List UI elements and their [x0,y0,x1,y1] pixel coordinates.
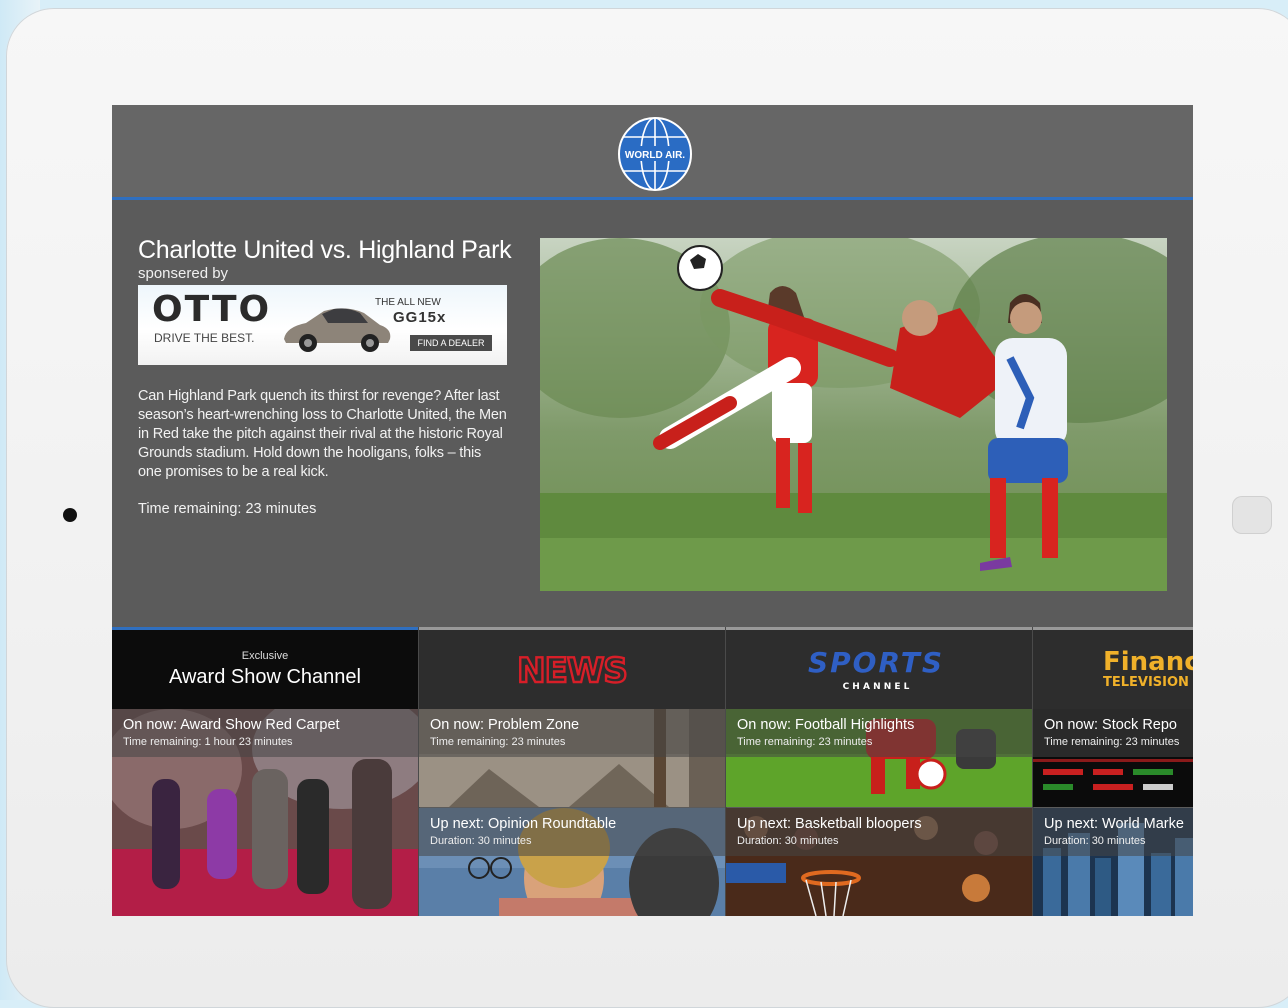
channel-card-finance[interactable]: Financi TELEVISION On now: Stock Repo [1033,627,1193,916]
featured-video-thumbnail[interactable] [540,238,1167,591]
exclusive-label: Exclusive [241,650,289,662]
now-playing-time: Time remaining: 23 minutes [737,736,873,748]
ad-headline: THE ALL NEW [375,297,441,308]
now-playing-info: On now: Football Highlights Time remaini… [726,709,1032,757]
channel-header: NEWS [419,630,725,709]
now-playing-time: Time remaining: 1 hour 23 minutes [123,736,293,748]
now-playing-time: Time remaining: 23 minutes [1044,736,1180,748]
finance-television-logo: Financi TELEVISION [1103,647,1193,690]
sponsor-ad-banner[interactable]: OTTO DRIVE THE BEST. THE ALL NEW GG15x F… [138,285,507,365]
up-next-tile[interactable]: Up next: Basketball bloopers Duration: 3… [726,808,1032,916]
now-playing-title: On now: Football Highlights [737,717,915,733]
now-playing-time: Time remaining: 23 minutes [430,736,566,748]
up-next-info: Up next: Basketball bloopers Duration: 3… [726,808,1032,856]
now-playing-info: On now: Award Show Red Carpet Time remai… [112,709,418,757]
now-playing-title: On now: Award Show Red Carpet [123,717,340,733]
channel-header: Financi TELEVISION [1033,630,1193,709]
now-playing-tile[interactable]: On now: Football Highlights Time remaini… [726,709,1032,807]
now-playing-tile[interactable]: On now: Stock Repo Time remaining: 23 mi… [1033,709,1193,807]
app-screen: WORLD AIR. Charlotte United vs. Highland… [112,105,1193,916]
sports-logo-subtext: C H A N N E L [843,682,910,692]
channel-name: Award Show Channel [169,666,361,688]
news-logo: NEWS [516,650,629,692]
finance-logo-subtext: TELEVISION [1103,675,1189,690]
channel-header: Exclusive Award Show Channel [112,630,418,709]
ad-brand: OTTO [152,289,272,330]
up-next-duration: Duration: 30 minutes [737,835,839,847]
now-playing-tile[interactable]: On now: Award Show Red Carpet Time remai… [112,709,418,916]
home-button[interactable] [1232,496,1272,534]
now-playing-title: On now: Problem Zone [430,717,580,733]
ad-model: GG15x [393,309,447,326]
up-next-title: Up next: Opinion Roundtable [430,816,617,832]
sports-channel-logo: SPORTS C H A N N E L [808,646,944,692]
ad-tagline: DRIVE THE BEST. [154,331,255,345]
up-next-duration: Duration: 30 minutes [1044,835,1146,847]
up-next-info: Up next: Opinion Roundtable Duration: 30… [419,808,725,856]
up-next-tile[interactable]: Up next: Opinion Roundtable Duration: 30… [419,808,725,916]
up-next-title: Up next: Basketball bloopers [737,816,922,832]
sports-logo-text: SPORTS [808,646,944,679]
world-air-logo[interactable]: WORLD AIR. [616,115,694,193]
featured-title: Charlotte United vs. Highland Park [138,236,512,264]
featured-time-remaining: Time remaining: 23 minutes [138,501,317,517]
sponsor-label: sponsered by [138,265,229,282]
up-next-tile[interactable]: Up next: World Marke Duration: 30 minute… [1033,808,1193,916]
channel-card-sports[interactable]: SPORTS C H A N N E L On now: Football Hi… [726,627,1032,916]
news-logo-text: NEWS [517,651,627,691]
up-next-info: Up next: World Marke Duration: 30 minute… [1033,808,1193,856]
now-playing-info: On now: Stock Repo Time remaining: 23 mi… [1033,709,1193,757]
up-next-duration: Duration: 30 minutes [430,835,532,847]
channel-header: SPORTS C H A N N E L [726,630,1032,709]
finance-logo-text: Financi [1103,647,1193,677]
channel-card-news[interactable]: NEWS On now: Problem Zone Time remaining… [419,627,725,916]
now-playing-tile[interactable]: On now: Problem Zone Time remaining: 23 … [419,709,725,807]
channel-strip: Exclusive Award Show Channel On now: Awa… [112,627,1193,916]
logo-text: WORLD AIR. [625,150,685,161]
now-playing-info: On now: Problem Zone Time remaining: 23 … [419,709,725,757]
featured-description: Can Highland Park quench its thirst for … [138,388,507,480]
channel-card-award[interactable]: Exclusive Award Show Channel On now: Awa… [112,627,418,916]
up-next-title: Up next: World Marke [1044,816,1184,832]
now-playing-title: On now: Stock Repo [1044,717,1177,733]
top-bar: WORLD AIR. [112,105,1193,200]
find-dealer-button[interactable]: FIND A DEALER [410,335,492,351]
camera-icon [63,508,77,522]
